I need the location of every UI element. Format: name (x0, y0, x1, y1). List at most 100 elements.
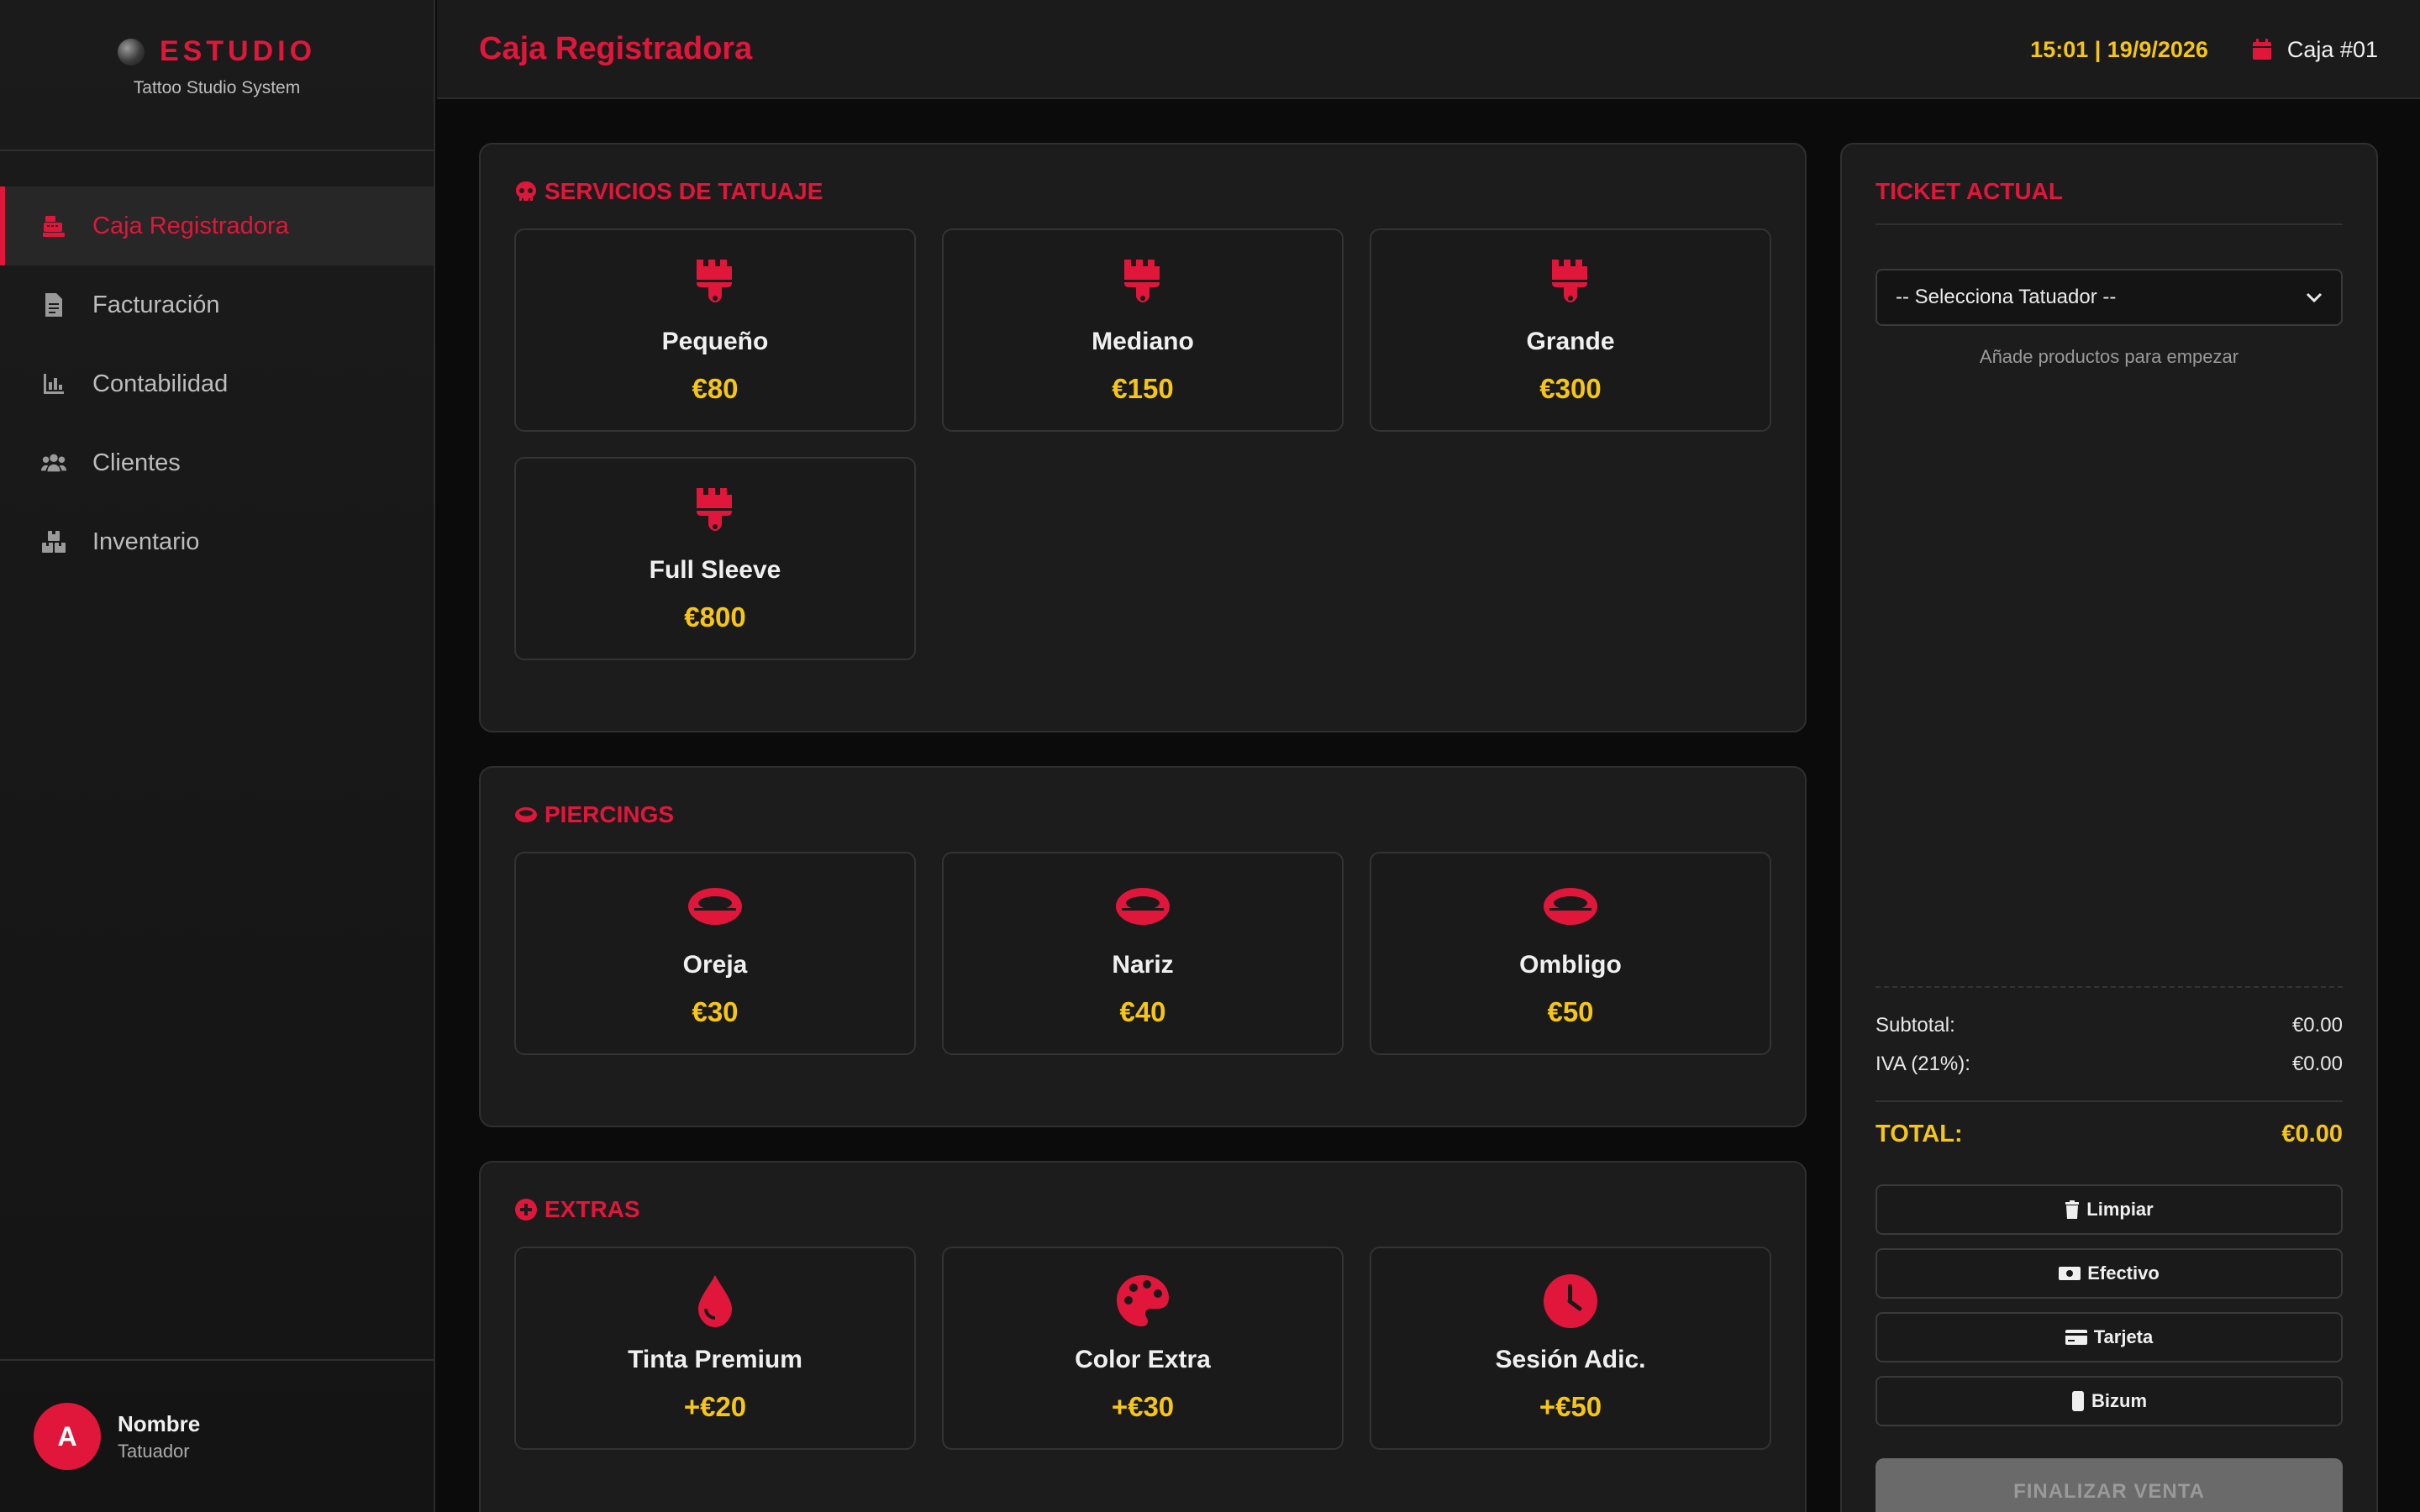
ring-icon (1543, 879, 1598, 934)
bizum-button[interactable]: Bizum (1876, 1376, 2343, 1426)
service-price: €80 (692, 373, 739, 404)
extra-card-tinta-premium[interactable]: Tinta Premium +€20 (514, 1247, 916, 1450)
sidebar: ESTUDIO Tattoo Studio System Caja Regist… (0, 0, 435, 1512)
sidebar-item-label: Contabilidad (92, 370, 229, 397)
brand-title: ESTUDIO (159, 35, 317, 67)
service-price: €150 (1112, 373, 1174, 404)
paint-brush-icon (693, 484, 737, 539)
calendar-icon (2252, 39, 2271, 60)
service-price: €300 (1539, 373, 1602, 404)
sidebar-item-label: Clientes (92, 449, 181, 476)
sidebar-item-clientes[interactable]: Clientes (0, 423, 434, 502)
extras-title: EXTRAS (544, 1196, 640, 1222)
money-bill-icon (2059, 1267, 2081, 1280)
service-price: €800 (684, 601, 746, 633)
ticket-title: TICKET ACTUAL (1876, 178, 2343, 225)
sidebar-item-label: Facturación (92, 291, 220, 318)
ring-icon (515, 807, 537, 822)
clock-icon (1543, 1273, 1598, 1329)
sidebar-item-contabilidad[interactable]: Contabilidad (0, 344, 434, 423)
tattoo-services-panel: SERVICIOS DE TATUAJE Pequeño €80 Mediano… (479, 143, 1807, 732)
finalize-sale-button[interactable]: FINALIZAR VENTA (1876, 1458, 2343, 1512)
sidebar-item-label: Inventario (92, 528, 200, 555)
service-card-pequeno[interactable]: Pequeño €80 (514, 228, 916, 432)
iva-label: IVA (21%): (1876, 1053, 1970, 1075)
mobile-icon (2072, 1391, 2084, 1411)
service-price: €50 (1547, 996, 1594, 1027)
select-value: -- Selecciona Tatuador -- (1896, 286, 2117, 308)
service-card-oreja[interactable]: Oreja €30 (514, 852, 916, 1055)
service-name: Oreja (682, 951, 748, 979)
ring-icon (687, 879, 743, 934)
cash-register-icon (40, 213, 67, 239)
card-button[interactable]: Tarjeta (1876, 1312, 2343, 1362)
tattoo-artist-select[interactable]: -- Selecciona Tatuador -- (1876, 269, 2343, 326)
register-number: Caja #01 (2286, 36, 2378, 62)
avatar: A (34, 1403, 101, 1470)
service-price: +€30 (1111, 1391, 1175, 1422)
clear-button[interactable]: Limpiar (1876, 1184, 2343, 1235)
service-name: Ombligo (1519, 951, 1622, 979)
page-title: Caja Registradora (479, 30, 753, 66)
service-name: Nariz (1112, 951, 1174, 979)
sidebar-item-label: Caja Registradora (92, 212, 289, 239)
palette-icon (1115, 1273, 1171, 1329)
app: ESTUDIO Tattoo Studio System Caja Regist… (0, 0, 2420, 1512)
skull-icon (516, 181, 536, 201)
extra-card-sesion-adic[interactable]: Sesión Adic. +€50 (1370, 1247, 1771, 1450)
topbar: Caja Registradora 15:01 | 19/9/2026 Caja… (437, 0, 2420, 99)
service-card-ombligo[interactable]: Ombligo €50 (1370, 852, 1771, 1055)
users-icon (40, 449, 67, 476)
service-name: Pequeño (661, 328, 769, 355)
service-name: Grande (1526, 328, 1615, 355)
clear-label: Limpiar (2086, 1199, 2154, 1220)
service-card-full-sleeve[interactable]: Full Sleeve €800 (514, 457, 916, 660)
card-label: Tarjeta (2093, 1326, 2154, 1347)
service-price: €30 (692, 996, 739, 1027)
boxes-icon (40, 528, 67, 555)
sidebar-item-inventario[interactable]: Inventario (0, 502, 434, 581)
paint-brush-icon (1121, 255, 1165, 311)
paint-brush-icon (693, 255, 737, 311)
service-price: +€50 (1539, 1391, 1602, 1422)
service-price: +€20 (683, 1391, 747, 1422)
subtotal-label: Subtotal: (1876, 1014, 1955, 1037)
datetime: 15:01 | 19/9/2026 (2030, 36, 2208, 62)
service-card-grande[interactable]: Grande €300 (1370, 228, 1771, 432)
piercings-title: PIERCINGS (544, 801, 675, 827)
service-price: €40 (1119, 996, 1166, 1027)
sidebar-item-caja-registradora[interactable]: Caja Registradora (0, 186, 434, 265)
invoice-icon (40, 291, 67, 318)
user-role: Tatuador (118, 1440, 190, 1462)
service-name: Tinta Premium (628, 1346, 802, 1373)
ticket-panel: TICKET ACTUAL -- Selecciona Tatuador -- … (1840, 143, 2378, 1512)
service-name: Full Sleeve (649, 556, 781, 584)
cash-button[interactable]: Efectivo (1876, 1248, 2343, 1299)
bizum-label: Bizum (2091, 1390, 2147, 1411)
payment-buttons: Limpiar Efectivo Tarjeta Bizum (1876, 1184, 2343, 1426)
empty-ticket-message: Añade productos para empezar (1979, 346, 2239, 367)
service-name: Mediano (1092, 328, 1194, 355)
service-card-nariz[interactable]: Nariz €40 (942, 852, 1344, 1055)
plus-circle-icon (515, 1199, 537, 1221)
chart-icon (40, 370, 67, 397)
tattoo-services-title: SERVICIOS DE TATUAJE (544, 178, 823, 204)
user-profile[interactable]: A Nombre Tatuador (0, 1359, 434, 1512)
paint-brush-icon (1549, 255, 1592, 311)
brand: ESTUDIO Tattoo Studio System (0, 0, 434, 151)
extras-panel: EXTRAS Tinta Premium +€20 Color Extra +€… (479, 1161, 1807, 1512)
service-name: Sesión Adic. (1495, 1346, 1646, 1373)
user-name: Nombre (118, 1410, 201, 1436)
register-label: Caja #01 (2252, 37, 2378, 63)
chevron-down-icon (2306, 292, 2323, 303)
ring-icon (1115, 879, 1171, 934)
total-value: €0.00 (2281, 1121, 2343, 1147)
sidebar-item-facturacion[interactable]: Facturación (0, 265, 434, 344)
service-name: Color Extra (1075, 1346, 1211, 1373)
extra-card-color-extra[interactable]: Color Extra +€30 (942, 1247, 1344, 1450)
service-card-mediano[interactable]: Mediano €150 (942, 228, 1344, 432)
subtotal-value: €0.00 (2291, 1014, 2343, 1037)
ink-drop-icon (695, 1273, 735, 1329)
total-label: TOTAL: (1876, 1121, 1963, 1147)
brand-subtitle: Tattoo Studio System (133, 78, 301, 97)
